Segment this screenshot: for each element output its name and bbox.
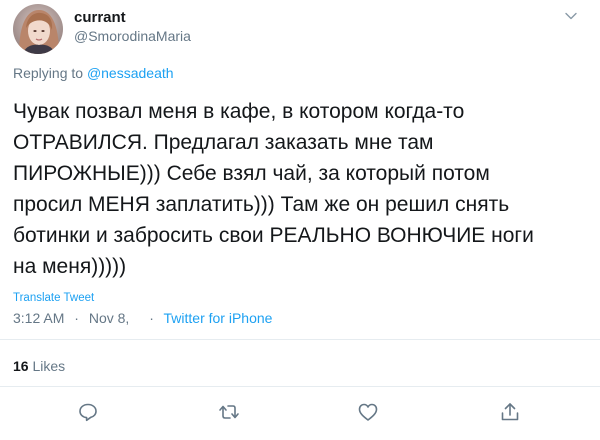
avatar[interactable] bbox=[13, 4, 63, 54]
tweet-metadata: 3:12 AM · Nov 8, · Twitter for iPhone bbox=[13, 310, 272, 326]
share-icon[interactable] bbox=[498, 400, 522, 424]
tweet-text-line: просил МЕНЯ заплатить))) Там же он решил… bbox=[13, 193, 510, 216]
reply-mention-link[interactable]: @nessadeath bbox=[87, 65, 174, 81]
divider bbox=[0, 386, 600, 387]
author-display-name[interactable]: currant bbox=[74, 9, 126, 26]
likes-label: Likes bbox=[32, 358, 66, 374]
tweet-text-line: ОТРАВИЛСЯ. Предлагал заказать мне там bbox=[13, 131, 434, 154]
author-handle[interactable]: @SmorodinaMaria bbox=[74, 28, 191, 44]
tweet-date[interactable]: Nov 8, bbox=[89, 310, 129, 326]
tweet-time[interactable]: 3:12 AM bbox=[13, 310, 64, 326]
reply-icon[interactable] bbox=[76, 400, 100, 424]
reply-context: Replying to @nessadeath bbox=[13, 65, 174, 81]
avatar-image bbox=[13, 4, 63, 54]
tweet-text-line: ботинки и забросить свои РЕАЛЬНО ВОНЮЧИЕ… bbox=[13, 224, 534, 247]
reply-prefix: Replying to bbox=[13, 65, 84, 81]
tweet-text-line: ПИРОЖНЫЕ))) Себе взял чай, за который по… bbox=[13, 162, 490, 185]
tweet-text-line: на меня))))) bbox=[13, 255, 127, 278]
tweet-text: Чувак позвал меня в кафе, в котором когд… bbox=[13, 96, 588, 282]
meta-separator: · bbox=[149, 310, 154, 326]
likes-stat[interactable]: 16 Likes bbox=[13, 358, 65, 374]
translate-tweet-link[interactable]: Translate Tweet bbox=[13, 292, 94, 304]
meta-separator: · bbox=[74, 310, 79, 326]
tweet-text-line: Чувак позвал меня в кафе, в котором когд… bbox=[13, 100, 465, 123]
chevron-down-icon[interactable] bbox=[563, 8, 579, 24]
tweet-source-link[interactable]: Twitter for iPhone bbox=[164, 310, 273, 326]
likes-count: 16 bbox=[13, 358, 29, 374]
retweet-icon[interactable] bbox=[217, 400, 241, 424]
divider bbox=[0, 339, 600, 340]
tweet-card: currant @SmorodinaMaria Replying to @nes… bbox=[0, 0, 600, 440]
heart-icon[interactable] bbox=[356, 400, 380, 424]
